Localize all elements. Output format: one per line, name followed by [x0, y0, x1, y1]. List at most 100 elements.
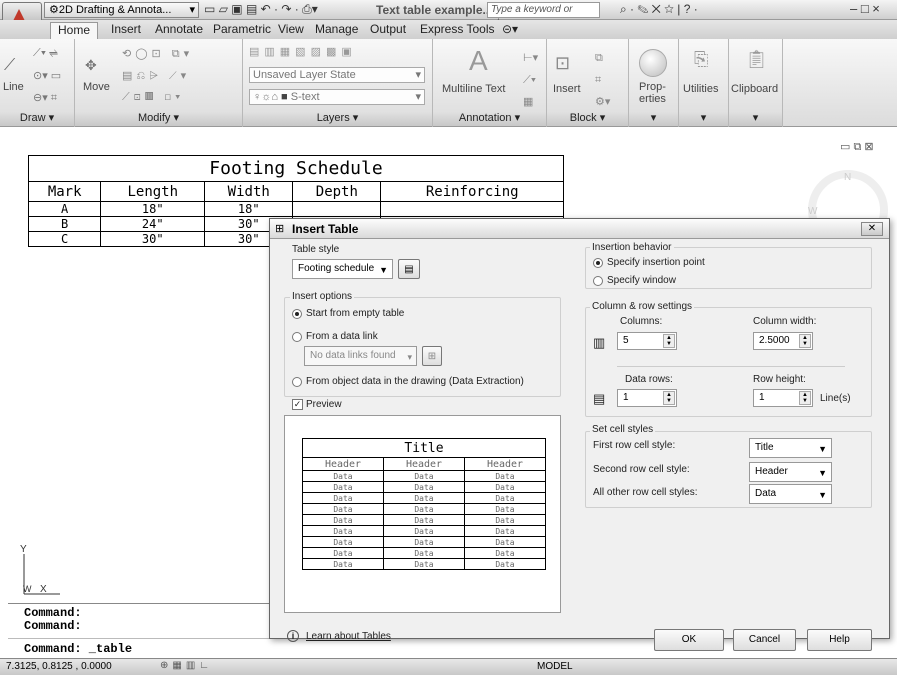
- preview-data-cell: Data: [383, 525, 465, 537]
- object-data-radio[interactable]: [292, 377, 302, 387]
- second-row-style-select[interactable]: Header ▼: [749, 462, 832, 482]
- layers-panel-label[interactable]: Layers ▾: [243, 111, 432, 126]
- dimension-icon[interactable]: ⊢▾ ⟋▾ ▦: [523, 47, 538, 113]
- utilities-label[interactable]: Utilities: [683, 83, 718, 95]
- panel-utilities: ⎘ Utilities ▾: [679, 39, 729, 127]
- properties-label[interactable]: Prop- erties: [639, 81, 666, 105]
- clipboard-panel-chevron[interactable]: ▾: [729, 111, 782, 126]
- multiline-text-icon[interactable]: A: [469, 45, 488, 77]
- line-tool-icon[interactable]: ⟋: [4, 57, 15, 75]
- clipboard-label[interactable]: Clipboard: [731, 83, 778, 95]
- tab-output[interactable]: Output: [363, 22, 413, 39]
- circle-icon[interactable]: ⊙▾ ▭: [33, 69, 61, 82]
- preview-header: Header: [302, 457, 384, 471]
- move-icon[interactable]: ✥: [85, 57, 97, 74]
- data-rows-stepper[interactable]: 1 ▲ ▼: [617, 389, 677, 407]
- ucs-w-label: W: [23, 584, 32, 594]
- workspace-switcher[interactable]: ⚙2D Drafting & Annota... ▾: [44, 2, 199, 18]
- draw-panel-label[interactable]: Draw ▾: [0, 111, 74, 126]
- close-button[interactable]: ✕: [861, 222, 883, 236]
- block-panel-label[interactable]: Block ▾: [547, 111, 628, 126]
- preview-label[interactable]: Preview: [306, 399, 342, 410]
- block-editor-icon[interactable]: ⧉ ⌗ ⚙▾: [595, 47, 610, 113]
- specify-window-label[interactable]: Specify window: [607, 275, 676, 286]
- tab-home[interactable]: Home: [50, 22, 99, 39]
- fs-header-depth: Depth: [292, 181, 382, 202]
- drafting-toggles[interactable]: ⊕▦▥∟: [160, 660, 213, 671]
- tab-insert[interactable]: Insert: [104, 22, 148, 39]
- window-controls[interactable]: – □ ×: [850, 1, 880, 16]
- preview-table: Title Header Header Header Data Data Data D…: [302, 438, 546, 570]
- model-space-button[interactable]: MODEL: [537, 661, 573, 672]
- columns-stepper[interactable]: 5 ▲ ▼: [617, 332, 677, 350]
- utilities-icon[interactable]: ⎘: [694, 49, 708, 70]
- panel-modify: ✥ Move ⟲◯⊡ ⧉▾ ▤⎌⩥ ⟋▾ ⟋⊡▦ ◻▾ Modify ▾: [75, 39, 243, 127]
- move-label[interactable]: Move: [83, 81, 110, 93]
- preview-row: Data Data Data: [302, 481, 546, 493]
- search-input[interactable]: Type a keyword or phrase: [487, 2, 600, 29]
- properties-panel-chevron[interactable]: ▾: [629, 111, 678, 126]
- other-rows-style-select[interactable]: Data ▼: [749, 484, 832, 504]
- preview-checkbox[interactable]: ✓: [292, 399, 303, 410]
- layer-tools-icon[interactable]: ▤▥▦▧▨▩▣: [249, 45, 357, 58]
- clipboard-icon[interactable]: 📋︎: [745, 49, 768, 70]
- properties-icon[interactable]: [639, 49, 667, 77]
- redo-icon[interactable]: ↷: [281, 2, 291, 16]
- save-icon[interactable]: ▣: [231, 2, 242, 16]
- first-row-style-select[interactable]: Title ▼: [749, 438, 832, 458]
- layer-state-dropdown[interactable]: Unsaved Layer State ▾: [249, 67, 425, 83]
- insert-options-label: Insert options: [290, 291, 355, 302]
- save-as-icon[interactable]: ▤: [246, 2, 257, 16]
- rotate-icon[interactable]: ⟲◯⊡ ⧉▾: [122, 47, 193, 61]
- undo-icon[interactable]: ↶: [261, 2, 271, 16]
- object-data-label[interactable]: From object data in the drawing (Data Ex…: [306, 376, 524, 387]
- row-height-stepper[interactable]: 1 ▲ ▼: [753, 389, 813, 407]
- ellipse-icon[interactable]: ⊖▾ ⌗: [33, 91, 57, 105]
- plot-icon[interactable]: ⎙: [302, 2, 312, 16]
- chevron-down-icon: ▾: [189, 4, 195, 16]
- new-icon[interactable]: ▭: [204, 2, 215, 16]
- tab-parametric[interactable]: Parametric: [206, 22, 278, 39]
- utilities-panel-chevron[interactable]: ▾: [679, 111, 728, 126]
- fs-header-length: Length: [100, 181, 206, 202]
- table-style-dialog-button[interactable]: ▤: [398, 259, 420, 279]
- data-link-manager-button[interactable]: ⊞: [422, 346, 442, 366]
- specify-point-label[interactable]: Specify insertion point: [607, 257, 705, 268]
- ribbon-minimize-icon[interactable]: ⊝▾: [495, 22, 525, 39]
- learn-tables-link[interactable]: Learn about Tables: [306, 631, 391, 642]
- help-button[interactable]: Help: [807, 629, 872, 651]
- start-empty-label[interactable]: Start from empty table: [306, 308, 404, 319]
- viewport-controls[interactable]: ▭ ⧉ ⊠: [840, 140, 874, 154]
- tab-annotate[interactable]: Annotate: [148, 22, 210, 39]
- polyline-icon[interactable]: ⟋▾ ⇌: [33, 47, 58, 60]
- preview-row: Data Data Data: [302, 514, 546, 526]
- command-input[interactable]: Command: _table: [24, 642, 132, 656]
- data-link-select[interactable]: No data links found ▾: [304, 346, 417, 366]
- modify-panel-label[interactable]: Modify ▾: [75, 111, 242, 126]
- data-link-radio[interactable]: [292, 332, 302, 342]
- infocenter-icons[interactable]: ⌕ · ✎ ✕ ☆ | ? ·: [620, 2, 698, 17]
- tab-express-tools[interactable]: Express Tools: [413, 22, 501, 39]
- cancel-button[interactable]: Cancel: [733, 629, 796, 651]
- tab-view[interactable]: View: [271, 22, 311, 39]
- insert-block-label[interactable]: Insert: [553, 83, 581, 95]
- start-empty-radio[interactable]: [292, 309, 302, 319]
- layer-dropdown[interactable]: ♀☼⌂ ■ S-text ▾: [249, 89, 425, 105]
- annotation-panel-label[interactable]: Annotation ▾: [433, 111, 546, 126]
- ok-button[interactable]: OK: [654, 629, 724, 651]
- specify-window-radio[interactable]: [593, 276, 603, 286]
- column-width-stepper[interactable]: 2.5000 ▲ ▼: [753, 332, 813, 350]
- quick-access-toolbar[interactable]: ▭ ▱ ▣ ▤ ↶ · ↷ · ⎙▾: [204, 2, 318, 18]
- copy-icon[interactable]: ▤⎌⩥ ⟋▾: [122, 69, 190, 83]
- table-style-select[interactable]: Footing schedule ▼: [292, 259, 393, 279]
- specify-point-radio[interactable]: [593, 258, 603, 268]
- multiline-text-label[interactable]: Multiline Text: [442, 83, 505, 95]
- command-history-line: Command:: [24, 606, 82, 620]
- open-icon[interactable]: ▱: [219, 2, 228, 16]
- line-tool-label[interactable]: Line: [3, 81, 24, 93]
- tab-manage[interactable]: Manage: [308, 22, 365, 39]
- insert-block-icon[interactable]: ⊡: [555, 53, 570, 74]
- data-link-label[interactable]: From a data link: [306, 331, 378, 342]
- stretch-icon[interactable]: ⟋⊡▦ ◻▾: [122, 91, 184, 104]
- preview-data-cell: Data: [383, 514, 465, 526]
